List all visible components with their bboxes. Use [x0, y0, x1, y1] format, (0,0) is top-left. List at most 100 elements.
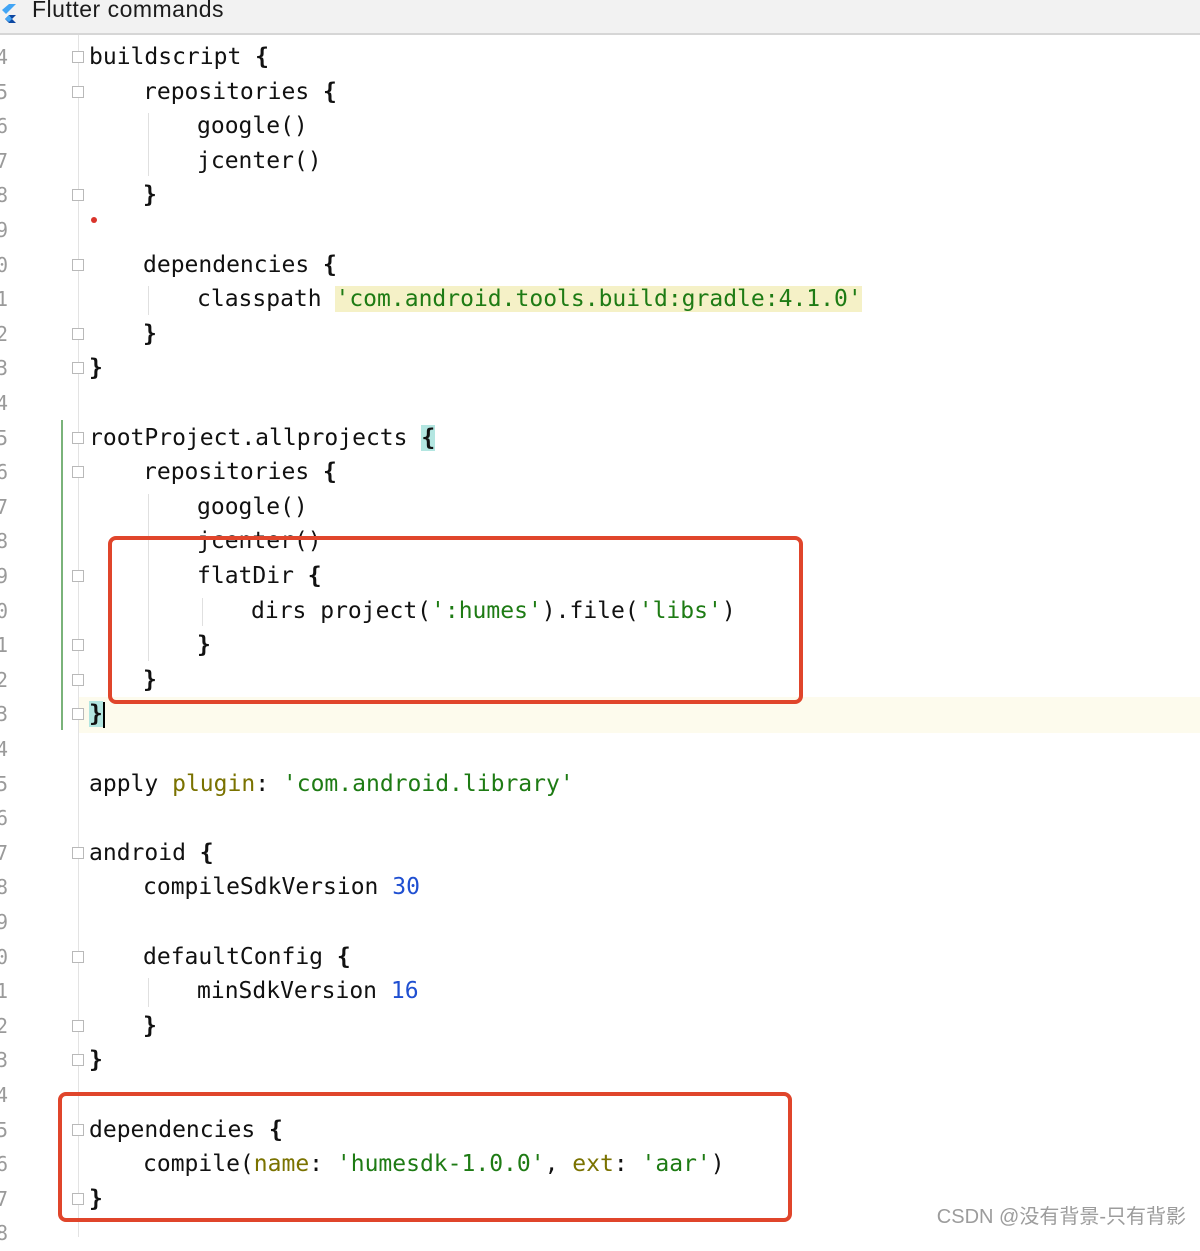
- fold-marker-icon[interactable]: [72, 639, 84, 652]
- line-number: 4: [0, 391, 9, 415]
- fold-marker-icon[interactable]: [72, 466, 84, 479]
- line-number: 0: [0, 944, 9, 969]
- code-token: {: [421, 424, 436, 451]
- line-number: 0: [0, 252, 9, 277]
- code-line[interactable]: repositories {: [143, 75, 337, 110]
- fold-marker-icon[interactable]: [72, 1019, 84, 1032]
- code-line[interactable]: google(): [197, 109, 308, 144]
- fold-marker-icon[interactable]: [72, 431, 84, 444]
- code-token: defaultConfig: [143, 943, 337, 970]
- code-line[interactable]: jcenter(): [197, 144, 322, 179]
- code-line[interactable]: }: [143, 317, 157, 352]
- code-line[interactable]: google(): [197, 490, 308, 525]
- code-token: }: [143, 1012, 157, 1039]
- code-token: apply: [89, 770, 173, 797]
- fold-marker-icon[interactable]: [72, 673, 84, 686]
- code-line[interactable]: repositories {: [143, 455, 337, 490]
- line-number: 6: [0, 114, 9, 139]
- code-token: 16: [390, 978, 419, 1005]
- code-token: }: [143, 182, 157, 209]
- code-token: {: [255, 44, 270, 70]
- code-line[interactable]: }: [143, 1009, 157, 1044]
- code-token: rootProject.allprojects: [89, 424, 422, 451]
- line-number: 5: [0, 425, 9, 450]
- code-token: {: [336, 943, 351, 970]
- fold-marker-icon[interactable]: [72, 189, 84, 202]
- highlight-box-flatdir: [108, 536, 803, 704]
- flutter-icon: [2, 4, 16, 23]
- code-token: google(): [197, 493, 308, 520]
- line-number: 5: [0, 771, 9, 796]
- indent-guide: [148, 113, 149, 177]
- fold-marker-icon[interactable]: [72, 570, 84, 582]
- code-line[interactable]: apply plugin: 'com.android.library': [89, 767, 574, 802]
- line-number: 8: [0, 529, 9, 554]
- line-number: 8: [0, 875, 9, 900]
- code-token: repositories: [143, 459, 324, 486]
- fold-marker-icon[interactable]: [72, 85, 84, 98]
- line-number: 3: [0, 1048, 9, 1073]
- code-line[interactable]: classpath 'com.android.tools.build:gradl…: [197, 282, 862, 317]
- code-token: {: [199, 839, 214, 866]
- fold-marker-icon[interactable]: [72, 846, 84, 859]
- code-line[interactable]: }: [143, 178, 157, 213]
- line-number: 8: [0, 1221, 9, 1246]
- breakpoint-dot: [91, 217, 97, 223]
- line-number: 1: [0, 287, 9, 312]
- line-number: 0: [0, 598, 9, 623]
- code-line[interactable]: compileSdkVersion 30: [143, 870, 420, 905]
- code-token: compileSdkVersion: [143, 874, 393, 901]
- line-number: 4: [0, 737, 9, 761]
- code-line[interactable]: buildscript {: [89, 40, 269, 75]
- fold-marker-icon[interactable]: [72, 1054, 84, 1067]
- code-token: }: [89, 1047, 103, 1074]
- code-line[interactable]: dependencies {: [143, 248, 337, 283]
- line-number: 6: [0, 806, 9, 831]
- line-number: 2: [0, 321, 9, 346]
- fold-marker-icon[interactable]: [72, 362, 84, 375]
- code-line[interactable]: }: [89, 697, 105, 732]
- line-number: 1: [0, 633, 9, 658]
- code-token: classpath: [197, 286, 336, 313]
- watermark: CSDN @没有背景-只有背影: [936, 1206, 1186, 1228]
- fold-marker-icon[interactable]: [72, 327, 84, 340]
- line-number: 8: [0, 183, 9, 208]
- code-token: {: [323, 251, 337, 278]
- code-token: plugin: [172, 770, 256, 797]
- vcs-change-marker: [61, 420, 63, 730]
- code-token: }: [89, 701, 103, 728]
- code-token: buildscript: [89, 44, 256, 70]
- code-token: repositories: [143, 78, 324, 105]
- code-token: }: [89, 355, 103, 382]
- code-token: 30: [392, 874, 420, 901]
- code-token: dependencies: [143, 251, 324, 278]
- code-token: :: [255, 770, 283, 797]
- line-number: 3: [0, 356, 9, 381]
- code-line[interactable]: android {: [89, 836, 214, 871]
- fold-marker-icon[interactable]: [72, 950, 84, 963]
- code-line[interactable]: }: [89, 1043, 103, 1078]
- code-line[interactable]: }: [89, 351, 103, 386]
- code-token: minSdkVersion: [197, 978, 391, 1005]
- line-number: 6: [0, 460, 9, 485]
- line-number: 9: [0, 910, 9, 934]
- code-token: google(): [197, 113, 308, 140]
- line-number: 1: [0, 979, 9, 1004]
- code-line[interactable]: minSdkVersion 16: [197, 974, 419, 1009]
- code-token: }: [143, 320, 157, 347]
- line-number: 5: [0, 1117, 9, 1142]
- fold-marker-icon[interactable]: [72, 51, 84, 63]
- line-number: 2: [0, 1013, 9, 1038]
- line-number: 6: [0, 1152, 9, 1177]
- fold-marker-icon[interactable]: [72, 708, 84, 721]
- code-token: {: [323, 459, 337, 486]
- fold-marker-icon[interactable]: [72, 258, 84, 271]
- code-line[interactable]: defaultConfig {: [143, 940, 351, 975]
- code-line[interactable]: rootProject.allprojects {: [89, 421, 436, 456]
- line-number: 7: [0, 494, 9, 519]
- code-token: jcenter(): [197, 147, 322, 174]
- code-token: {: [323, 78, 337, 105]
- line-number: 4: [0, 45, 9, 69]
- code-token: android: [89, 839, 200, 866]
- line-number: 7: [0, 148, 9, 173]
